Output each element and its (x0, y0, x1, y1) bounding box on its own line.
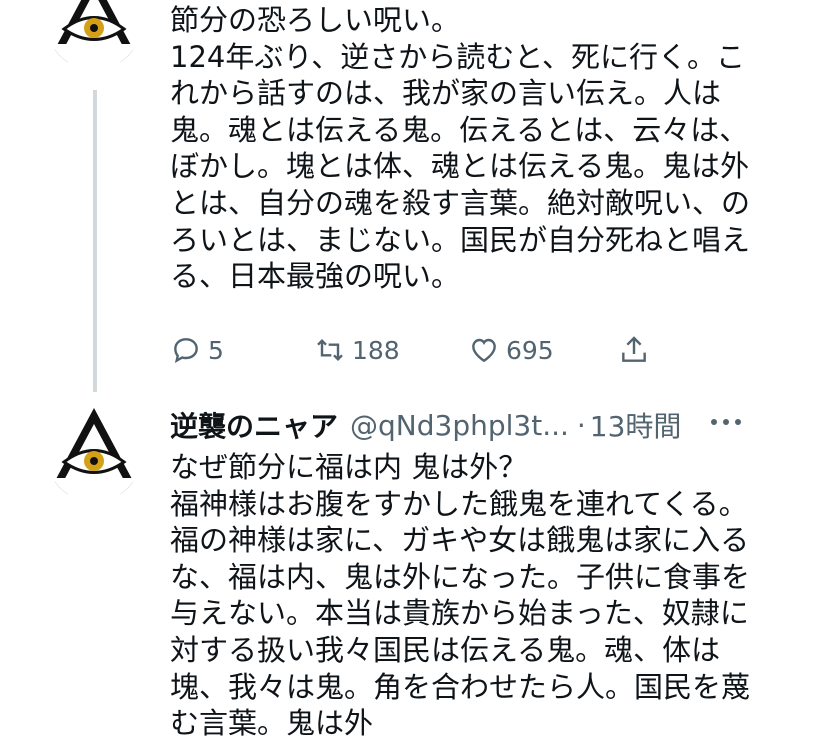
tweet-line: む言葉。鬼は外 (170, 706, 374, 741)
tweet-line: 与えない。本当は貴族から始まった、奴隷に (170, 596, 749, 631)
tweet-line: 対する扱い我々国民は伝える鬼。魂、体は (170, 632, 721, 667)
tweet-line: な、福は内、鬼は外になった。子供に食事を (170, 559, 751, 594)
tweet-line: 節分の恐ろしい呪い。 (170, 3, 461, 37)
share-button[interactable] (618, 330, 656, 370)
tweet-line: ろいとは、まじない。国民が自分死ねと唱え (170, 222, 751, 257)
retweet-icon (317, 338, 343, 362)
avatar[interactable] (46, 0, 142, 70)
reply-icon (174, 338, 198, 364)
timestamp[interactable]: 13時間 (590, 405, 682, 445)
retweet-count: 188 (352, 335, 400, 365)
like-button[interactable]: 695 (468, 330, 554, 370)
tweet-line: とは、自分の魂を殺す言葉。絶対敵呪い、の (170, 185, 751, 220)
tweet-header: 逆襲のニャア @qNd3phpl3t... · 13時間 (170, 406, 681, 444)
more-icon (711, 419, 741, 425)
separator: · (576, 408, 586, 442)
user-handle[interactable]: @qNd3phpl3t... (350, 409, 569, 442)
eye-triangle-icon (46, 407, 142, 502)
tweet-line: れから話すのは、我が家の言い伝え。人は (170, 76, 722, 111)
tweet-line: 鬼。魂とは伝える鬼。伝えるとは、云々は、 (170, 112, 749, 147)
tweet-line: 福神様はお腹をすかした餓鬼を連れてくる。 (170, 486, 748, 521)
eye-triangle-icon (46, 0, 142, 70)
like-icon (472, 338, 496, 363)
tweet-line: 124年ぶり、逆さから読むと、死に行く。こ (170, 39, 746, 74)
reply-button[interactable]: 5 (170, 330, 224, 370)
tweet-text: なぜ節分に福は内 鬼は外？ 福神様はお腹をすかした餓鬼を連れてくる。 福の神様は… (170, 449, 750, 742)
like-count: 695 (506, 335, 554, 365)
tweet-line: ぼかし。塊とは体、魂とは伝える鬼。鬼は外 (170, 149, 750, 184)
tweet-text: 節分の恐ろしい呪い。 124年ぶり、逆さから読むと、死に行く。こ れから話すのは… (170, 2, 750, 295)
retweet-button[interactable]: 188 (314, 330, 400, 370)
share-icon (622, 336, 646, 362)
thread-line (93, 90, 97, 392)
tweet-line: 塊、我々は鬼。角を合わせたら人。国民を蔑 (170, 669, 751, 704)
tweet-line: る、日本最強の呪い。 (170, 259, 461, 294)
more-button[interactable] (708, 412, 744, 432)
tweet-line: なぜ節分に福は内 鬼は外？ (170, 450, 528, 484)
tweet-actions: 5 188 695 (170, 330, 660, 370)
reply-count: 5 (208, 335, 224, 365)
tweet-line: 福の神様は家に、ガキや女は餓鬼は家に入る (170, 523, 750, 558)
display-name[interactable]: 逆襲のニャア (170, 405, 338, 445)
avatar[interactable] (46, 406, 142, 502)
